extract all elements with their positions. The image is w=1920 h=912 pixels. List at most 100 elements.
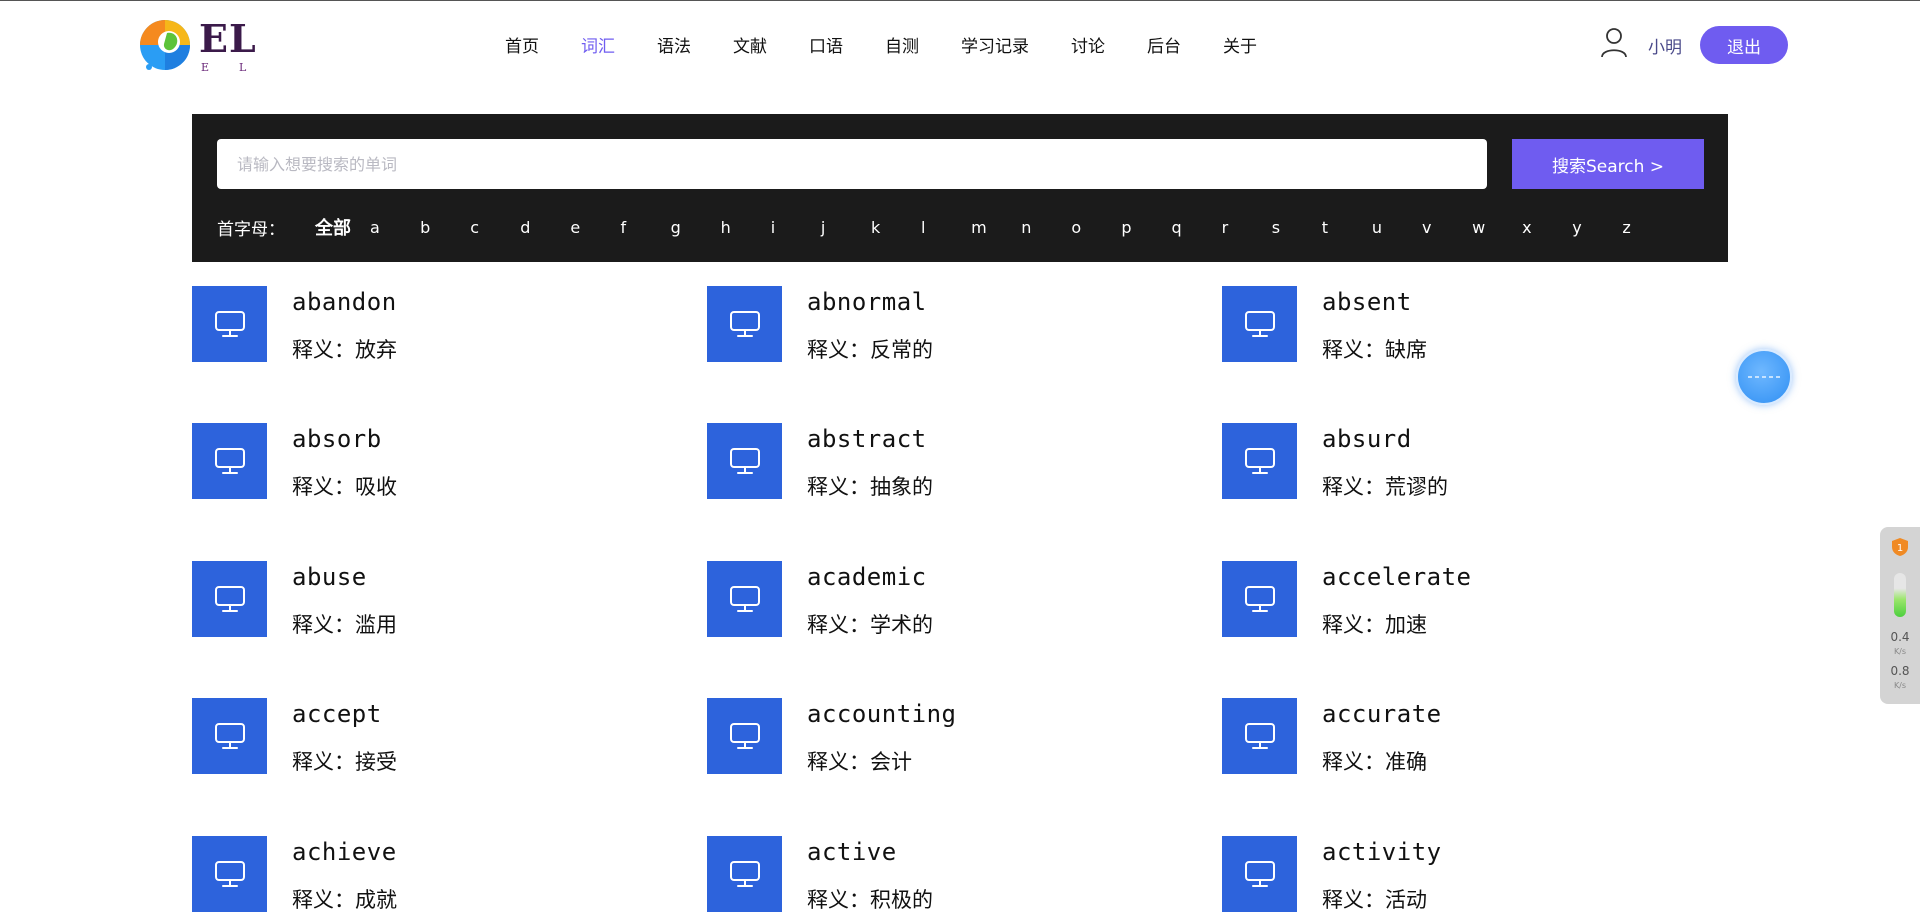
dash-icon — [1748, 376, 1780, 378]
download-value: 0.8 — [1890, 664, 1910, 678]
word-text[interactable]: abuse — [292, 563, 367, 591]
word-icon-tile[interactable] — [192, 698, 267, 774]
word-text[interactable]: accept — [292, 700, 382, 728]
word-text[interactable]: activity — [1322, 838, 1442, 866]
letter-filter-a[interactable]: a — [370, 218, 420, 237]
nav-item-self-test[interactable]: 自测 — [885, 32, 919, 57]
nav-item-home[interactable]: 首页 — [505, 32, 539, 57]
word-card[interactable]: accelerate 释义：加速 — [1222, 561, 1722, 641]
letter-filter-r[interactable]: r — [1222, 218, 1272, 237]
letter-filter-w[interactable]: w — [1472, 218, 1522, 237]
word-icon-tile[interactable] — [1222, 836, 1297, 912]
word-card[interactable]: abandon 释义：放弃 — [192, 286, 692, 366]
letter-filter-z[interactable]: z — [1622, 218, 1672, 237]
letter-filter-u[interactable]: u — [1372, 218, 1422, 237]
word-card[interactable]: absent 释义：缺席 — [1222, 286, 1722, 366]
letter-filter-b[interactable]: b — [420, 218, 470, 237]
word-meaning: 释义：学术的 — [807, 613, 933, 637]
word-card[interactable]: academic 释义：学术的 — [707, 561, 1207, 641]
monitor-icon — [214, 723, 245, 749]
search-input[interactable] — [217, 139, 1487, 189]
letter-filter-g[interactable]: g — [671, 218, 721, 237]
word-icon-tile[interactable] — [192, 836, 267, 912]
word-icon-tile[interactable] — [707, 286, 782, 362]
monitor-icon — [1244, 311, 1275, 337]
nav-item-speaking[interactable]: 口语 — [809, 32, 843, 57]
letter-filter-q[interactable]: q — [1172, 218, 1222, 237]
letter-filter-e[interactable]: e — [570, 218, 620, 237]
word-text[interactable]: abnormal — [807, 288, 927, 316]
word-icon-tile[interactable] — [707, 423, 782, 499]
letter-filter-s[interactable]: s — [1272, 218, 1322, 237]
letter-filter-k[interactable]: k — [871, 218, 921, 237]
word-card[interactable]: absurd 释义：荒谬的 — [1222, 423, 1722, 503]
letter-filter-x[interactable]: x — [1522, 218, 1572, 237]
site-header: EL EL 首页 词汇 语法 文献 口语 自测 学习记录 讨论 后台 关于 小明… — [0, 0, 1920, 90]
word-meaning: 释义：成就 — [292, 888, 397, 912]
letter-filter-d[interactable]: d — [520, 218, 570, 237]
letter-filter-c[interactable]: c — [470, 218, 520, 237]
word-icon-tile[interactable] — [707, 698, 782, 774]
word-text[interactable]: abstract — [807, 425, 927, 453]
monitor-icon — [214, 311, 245, 337]
monitor-icon — [214, 586, 245, 612]
user-name[interactable]: 小明 — [1648, 33, 1682, 58]
word-card[interactable]: achieve 释义：成就 — [192, 836, 692, 912]
word-icon-tile[interactable] — [707, 836, 782, 912]
word-icon-tile[interactable] — [1222, 561, 1297, 637]
letter-filter-f[interactable]: f — [620, 218, 670, 237]
word-icon-tile[interactable] — [1222, 698, 1297, 774]
letter-filter-l[interactable]: l — [921, 218, 971, 237]
user-icon[interactable] — [1600, 27, 1628, 59]
word-text[interactable]: active — [807, 838, 897, 866]
letter-filter-t[interactable]: t — [1322, 218, 1372, 237]
word-icon-tile[interactable] — [1222, 286, 1297, 362]
word-icon-tile[interactable] — [707, 561, 782, 637]
letter-filter-i[interactable]: i — [771, 218, 821, 237]
logo[interactable]: EL EL — [137, 11, 256, 77]
word-icon-tile[interactable] — [192, 561, 267, 637]
word-icon-tile[interactable] — [1222, 423, 1297, 499]
word-text[interactable]: absent — [1322, 288, 1412, 316]
word-card[interactable]: activity 释义：活动 — [1222, 836, 1722, 912]
letter-filter-h[interactable]: h — [721, 218, 771, 237]
floating-assistant-button[interactable] — [1736, 349, 1792, 405]
letter-filter-all[interactable]: 全部 — [315, 214, 370, 240]
nav-item-study-records[interactable]: 学习记录 — [961, 32, 1029, 57]
word-card[interactable]: absorb 释义：吸收 — [192, 423, 692, 503]
letter-filter-j[interactable]: j — [821, 218, 871, 237]
nav-item-discussion[interactable]: 讨论 — [1071, 32, 1105, 57]
logout-button[interactable]: 退出 — [1700, 26, 1788, 64]
word-card[interactable]: accurate 释义：准确 — [1222, 698, 1722, 778]
word-text[interactable]: accounting — [807, 700, 957, 728]
word-card[interactable]: abuse 释义：滥用 — [192, 561, 692, 641]
word-card[interactable]: accept 释义：接受 — [192, 698, 692, 778]
nav-item-admin[interactable]: 后台 — [1147, 32, 1181, 57]
nav-item-grammar[interactable]: 语法 — [657, 32, 691, 57]
word-text[interactable]: academic — [807, 563, 927, 591]
word-icon-tile[interactable] — [192, 286, 267, 362]
nav-item-about[interactable]: 关于 — [1223, 32, 1257, 57]
word-card[interactable]: abstract 释义：抽象的 — [707, 423, 1207, 503]
word-card[interactable]: abnormal 释义：反常的 — [707, 286, 1207, 366]
word-icon-tile[interactable] — [192, 423, 267, 499]
letter-filter-m[interactable]: m — [971, 218, 1021, 237]
word-card[interactable]: accounting 释义：会计 — [707, 698, 1207, 778]
letter-filter-label: 首字母： — [217, 219, 285, 240]
nav-item-vocabulary[interactable]: 词汇 — [581, 32, 615, 57]
word-text[interactable]: accurate — [1322, 700, 1442, 728]
nav-item-literature[interactable]: 文献 — [733, 32, 767, 57]
word-text[interactable]: absurd — [1322, 425, 1412, 453]
search-button[interactable]: 搜索Search > — [1512, 139, 1704, 189]
letter-filter-n[interactable]: n — [1021, 218, 1071, 237]
letter-filter-v[interactable]: v — [1422, 218, 1472, 237]
network-speed-widget[interactable]: 1 0.4 K/s 0.8 K/s — [1880, 527, 1920, 704]
word-card[interactable]: active 释义：积极的 — [707, 836, 1207, 912]
letter-filter-y[interactable]: y — [1572, 218, 1622, 237]
word-text[interactable]: absorb — [292, 425, 382, 453]
word-text[interactable]: accelerate — [1322, 563, 1472, 591]
word-text[interactable]: achieve — [292, 838, 397, 866]
letter-filter-p[interactable]: p — [1121, 218, 1171, 237]
letter-filter-o[interactable]: o — [1071, 218, 1121, 237]
word-text[interactable]: abandon — [292, 288, 397, 316]
